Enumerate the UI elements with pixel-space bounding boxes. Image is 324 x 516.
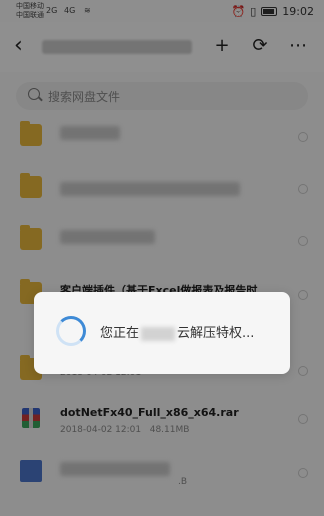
- loading-message-prefix: 您正在: [100, 326, 140, 341]
- modal-overlay: [0, 0, 324, 516]
- loading-spinner-icon: [56, 316, 86, 346]
- loading-message-suffix: 云解压特权...: [177, 326, 255, 341]
- redacted-text: [141, 326, 176, 341]
- loading-message: 您正在 云解压特权...: [100, 322, 254, 341]
- loading-dialog: 您正在 云解压特权...: [34, 292, 290, 374]
